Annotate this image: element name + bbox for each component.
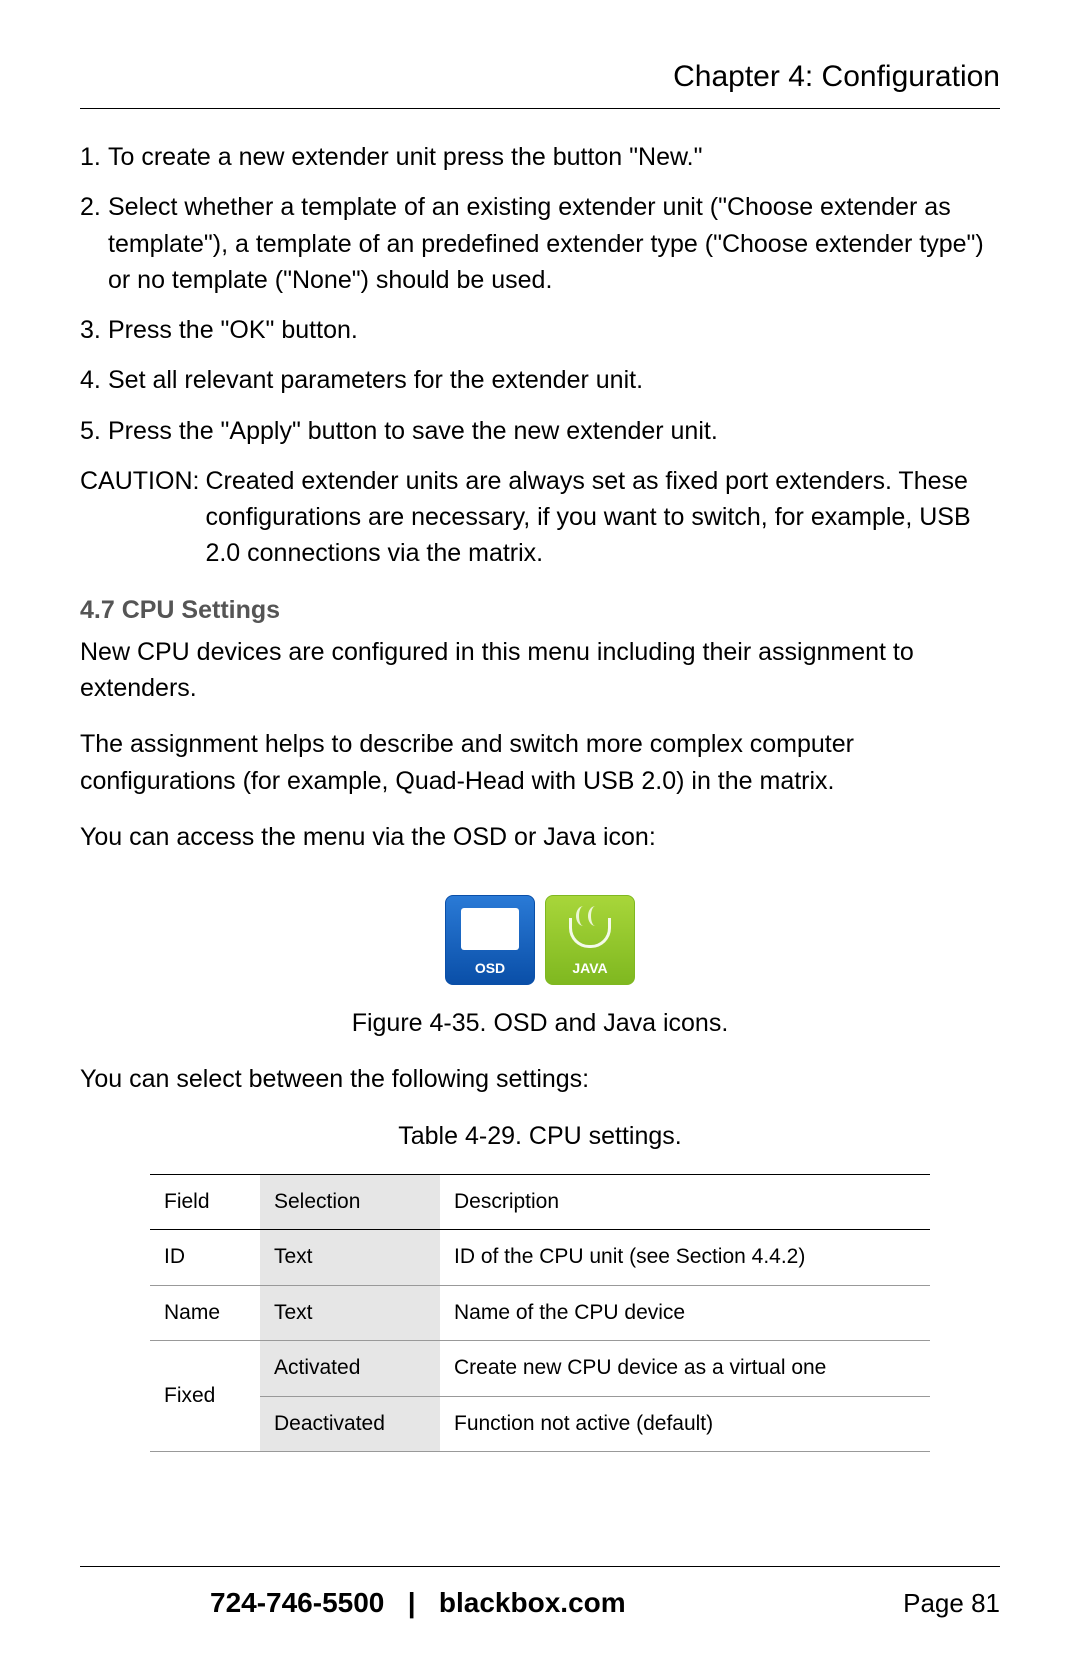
step-text: Set all relevant parameters for the exte…	[108, 362, 1000, 398]
table-caption: Table 4-29. CPU settings.	[80, 1118, 1000, 1154]
step-2: 2. Select whether a template of an exist…	[80, 189, 1000, 298]
table-row: ID Text ID of the CPU unit (see Section …	[150, 1230, 930, 1285]
paragraph: You can access the menu via the OSD or J…	[80, 819, 1000, 855]
table-row: Name Text Name of the CPU device	[150, 1285, 930, 1340]
page-footer: 724-746-5500 | blackbox.com Page 81	[80, 1566, 1000, 1619]
cell-description: Name of the CPU device	[440, 1285, 930, 1340]
step-text: Press the "Apply" button to save the new…	[108, 413, 1000, 449]
paragraph: You can select between the following set…	[80, 1061, 1000, 1097]
step-num: 2.	[80, 189, 108, 298]
section-heading: 4.7 CPU Settings	[80, 592, 1000, 628]
footer-sep: |	[408, 1587, 416, 1618]
figure-caption: Figure 4-35. OSD and Java icons.	[80, 1005, 1000, 1041]
cell-field: Fixed	[150, 1341, 260, 1452]
table-row: Fixed Activated Create new CPU device as…	[150, 1341, 930, 1396]
step-text: Press the "OK" button.	[108, 312, 1000, 348]
chapter-header: Chapter 4: Configuration	[80, 60, 1000, 109]
footer-contact: 724-746-5500 | blackbox.com	[80, 1587, 626, 1619]
cell-description: Create new CPU device as a virtual one	[440, 1341, 930, 1396]
cell-selection: Text	[260, 1285, 440, 1340]
step-text: To create a new extender unit press the …	[108, 139, 1000, 175]
cell-field: ID	[150, 1230, 260, 1285]
step-num: 1.	[80, 139, 108, 175]
icons-row: OSD JAVA	[80, 895, 1000, 985]
footer-site: blackbox.com	[439, 1587, 626, 1618]
cell-selection: Deactivated	[260, 1396, 440, 1451]
cpu-settings-table: Field Selection Description ID Text ID o…	[150, 1174, 930, 1452]
cell-selection: Activated	[260, 1341, 440, 1396]
footer-page: Page 81	[903, 1588, 1000, 1619]
footer-phone: 724-746-5500	[210, 1587, 384, 1618]
cup-icon	[569, 918, 611, 948]
caution-block: CAUTION: Created extender units are alwa…	[80, 463, 1000, 572]
step-5: 5. Press the "Apply" button to save the …	[80, 413, 1000, 449]
paragraph: The assignment helps to describe and swi…	[80, 726, 1000, 799]
java-label: JAVA	[572, 958, 607, 978]
step-3: 3. Press the "OK" button.	[80, 312, 1000, 348]
cell-field: Name	[150, 1285, 260, 1340]
table-row: Deactivated Function not active (default…	[150, 1396, 930, 1451]
caution-label: CAUTION:	[80, 463, 205, 572]
th-selection: Selection	[260, 1174, 440, 1229]
th-field: Field	[150, 1174, 260, 1229]
cell-description: Function not active (default)	[440, 1396, 930, 1451]
cell-description: ID of the CPU unit (see Section 4.4.2)	[440, 1230, 930, 1285]
step-1: 1. To create a new extender unit press t…	[80, 139, 1000, 175]
paragraph: New CPU devices are configured in this m…	[80, 634, 1000, 707]
osd-label: OSD	[475, 958, 505, 978]
step-num: 4.	[80, 362, 108, 398]
step-num: 3.	[80, 312, 108, 348]
cell-selection: Text	[260, 1230, 440, 1285]
java-icon: JAVA	[545, 895, 635, 985]
monitor-icon	[461, 908, 519, 950]
content-body: 1. To create a new extender unit press t…	[80, 139, 1000, 1452]
step-text: Select whether a template of an existing…	[108, 189, 1000, 298]
osd-icon: OSD	[445, 895, 535, 985]
caution-text: Created extender units are always set as…	[205, 463, 1000, 572]
step-4: 4. Set all relevant parameters for the e…	[80, 362, 1000, 398]
step-num: 5.	[80, 413, 108, 449]
th-description: Description	[440, 1174, 930, 1229]
